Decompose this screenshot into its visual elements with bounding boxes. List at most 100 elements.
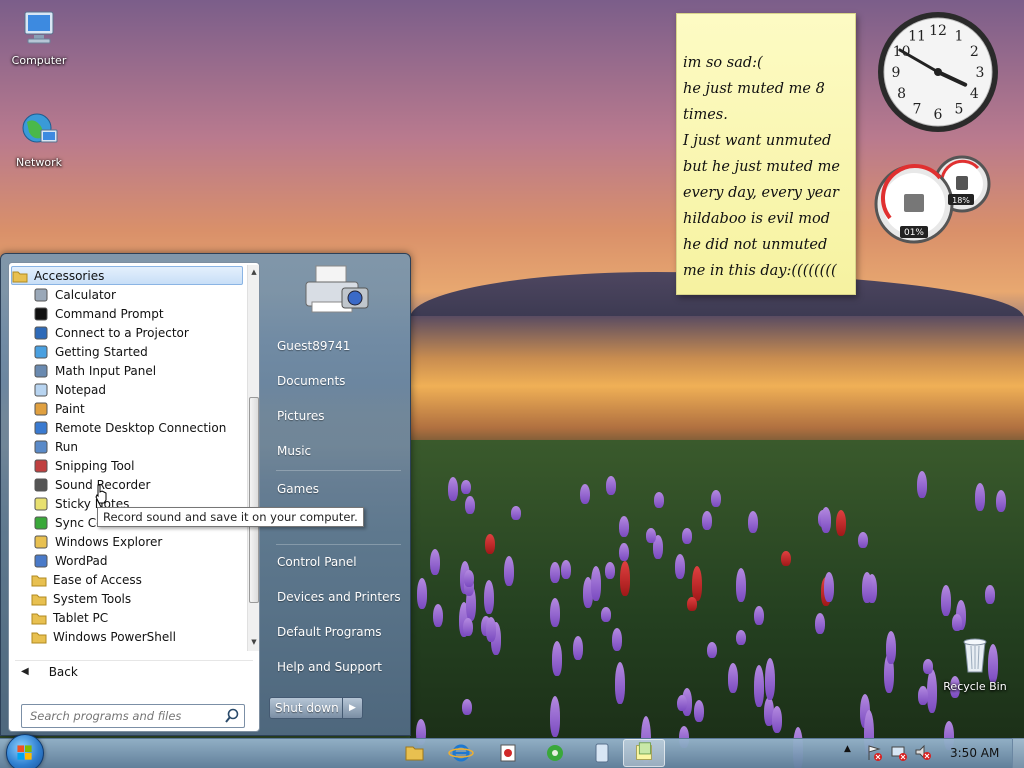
taskbar-media-player-button[interactable]	[488, 739, 528, 767]
program-item[interactable]: System Tools	[9, 589, 247, 608]
folder-accessories[interactable]: Accessories	[11, 266, 243, 285]
flower	[606, 476, 617, 496]
projector-icon	[34, 326, 48, 339]
flower	[604, 561, 615, 580]
program-item[interactable]: Run	[9, 437, 247, 456]
menu-games[interactable]: Games	[277, 482, 319, 496]
program-label: Remote Desktop Connection	[55, 420, 227, 435]
program-label: Command Prompt	[55, 306, 164, 321]
program-item[interactable]: Calculator	[9, 285, 247, 304]
notepad-icon	[34, 383, 48, 396]
program-item[interactable]: Paint	[9, 399, 247, 418]
program-item[interactable]: Windows PowerShell	[9, 627, 247, 646]
folder-icon	[31, 632, 47, 643]
program-label: Math Input Panel	[55, 363, 157, 378]
start-menu: Accessories Calculator Command Prompt Conn…	[0, 253, 411, 736]
start-button[interactable]	[6, 734, 44, 768]
menu-help-and-support[interactable]: Help and Support	[277, 660, 382, 674]
program-label: Connect to a Projector	[55, 325, 189, 340]
flower	[952, 613, 963, 631]
shutdown-button[interactable]: Shut down	[270, 698, 342, 718]
flower	[619, 542, 629, 561]
menu-control-panel[interactable]: Control Panel	[277, 555, 357, 569]
program-item[interactable]: Tablet PC	[9, 608, 247, 627]
program-label: Getting Started	[55, 344, 148, 359]
taskbar-explorer-button[interactable]	[394, 739, 434, 767]
cpu-meter-gadget[interactable]: 01% 18%	[874, 154, 1004, 250]
program-item[interactable]: Math Input Panel	[9, 361, 247, 380]
program-item[interactable]: Windows Explorer	[9, 532, 247, 551]
hand-cursor-icon	[95, 484, 107, 504]
start-menu-right-pane: Guest89741 Documents Pictures Music Game…	[266, 254, 412, 737]
flower	[857, 531, 868, 548]
clock-gadget[interactable]: 121234567891011	[876, 10, 1000, 134]
flower	[916, 470, 927, 498]
sticky-notes-icon	[34, 497, 48, 510]
flower	[985, 585, 996, 604]
remote-desktop-icon	[34, 421, 48, 434]
flower	[463, 617, 474, 636]
program-item[interactable]: Snipping Tool	[9, 456, 247, 475]
menu-music[interactable]: Music	[277, 444, 311, 458]
program-item[interactable]: Remote Desktop Connection	[9, 418, 247, 437]
show-hidden-icons-button[interactable]: ▲	[844, 744, 851, 754]
program-label: Windows Explorer	[55, 534, 163, 549]
desktop-icon-recycle-bin[interactable]: Recycle Bin	[940, 636, 1010, 693]
scroll-thumb[interactable]	[249, 397, 259, 603]
desktop-icon-label: Computer	[11, 54, 67, 67]
menu-pictures[interactable]: Pictures	[277, 409, 325, 423]
back-button[interactable]: ◀ Back	[15, 660, 253, 682]
folder-icon	[31, 613, 47, 624]
desktop-icon-network[interactable]: Network	[4, 112, 74, 169]
show-desktop-button[interactable]	[1012, 738, 1024, 768]
program-item[interactable]: Sound Recorder	[9, 475, 247, 494]
volume-muted-icon[interactable]	[914, 744, 932, 762]
action-center-icon[interactable]	[866, 744, 884, 762]
sticky-note[interactable]: im so sad:( he just muted me 8 times. I …	[676, 13, 856, 295]
snipping-tool-icon	[34, 459, 48, 472]
sound-recorder-icon	[34, 478, 48, 491]
flower	[836, 510, 847, 536]
flower	[764, 658, 775, 701]
explorer-icon	[405, 746, 424, 761]
flower	[820, 507, 831, 533]
programs-scrollbar[interactable]: ▲ ▼	[247, 265, 259, 651]
folder-label: Accessories	[34, 268, 105, 283]
desktop-icon-computer[interactable]: Computer	[4, 10, 74, 67]
program-item[interactable]: Notepad	[9, 380, 247, 399]
taskbar-internet-explorer-button[interactable]	[441, 739, 481, 767]
scroll-up-icon[interactable]: ▲	[249, 267, 259, 277]
program-item[interactable]: Ease of Access	[9, 570, 247, 589]
flower	[995, 489, 1006, 512]
taskbar-sticky-notes-button[interactable]	[623, 739, 665, 767]
sticky-note-line: times.	[683, 107, 728, 123]
menu-devices-and-printers[interactable]: Devices and Printers	[277, 590, 401, 604]
command-prompt-icon	[34, 307, 48, 320]
sync-center-icon	[34, 516, 48, 529]
program-item[interactable]: Connect to a Projector	[9, 323, 247, 342]
start-search-box[interactable]	[21, 704, 245, 728]
sticky-notes-icon	[636, 742, 652, 760]
program-item[interactable]: Command Prompt	[9, 304, 247, 323]
flower	[433, 603, 444, 628]
flower	[771, 705, 782, 734]
menu-documents[interactable]: Documents	[277, 374, 345, 388]
taskbar-clock[interactable]: 3:50 AM	[950, 746, 999, 760]
sticky-note-line: hildaboo is evil mod	[683, 211, 830, 227]
search-input[interactable]	[30, 709, 210, 723]
menu-default-programs[interactable]: Default Programs	[277, 625, 382, 639]
scroll-down-icon[interactable]: ▼	[249, 637, 259, 647]
cpu-chip-icon	[904, 194, 924, 212]
shutdown-options-arrow-icon[interactable]: ▶	[342, 698, 362, 718]
program-item[interactable]: WordPad	[9, 551, 247, 570]
menu-user-folder[interactable]: Guest89741	[277, 339, 350, 353]
program-item[interactable]: Getting Started	[9, 342, 247, 361]
flower	[579, 483, 590, 505]
flower	[687, 596, 698, 611]
taskbar-media-center-button[interactable]	[535, 739, 575, 767]
paint-icon	[34, 402, 48, 415]
flower	[736, 629, 747, 646]
taskbar-device-stage-button[interactable]	[582, 739, 622, 767]
search-icon	[225, 708, 239, 723]
network-status-icon[interactable]	[890, 744, 908, 762]
